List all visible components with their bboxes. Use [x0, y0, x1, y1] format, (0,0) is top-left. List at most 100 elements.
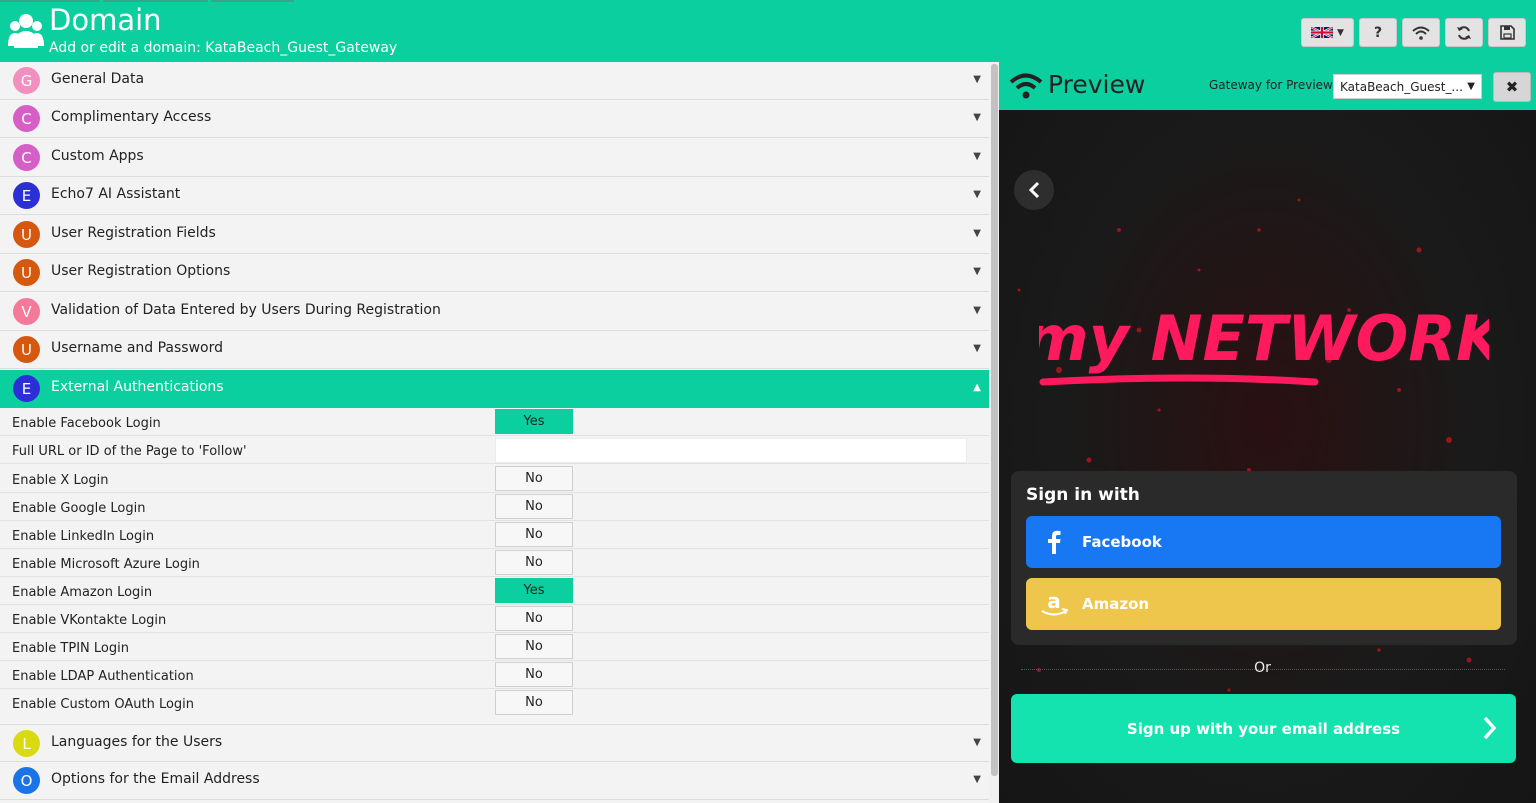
section-user-registration-options[interactable]: U User Registration Options ▼	[0, 254, 989, 292]
back-button[interactable]	[1014, 170, 1054, 210]
setting-row-google: Enable Google Login No	[0, 493, 989, 521]
brand-logo: my NETWORK	[1024, 290, 1508, 400]
chevron-right-icon	[1483, 716, 1497, 740]
section-label: External Authentications	[51, 379, 224, 395]
amazon-icon: a	[1026, 591, 1082, 617]
section-label: Echo7 AI Assistant	[51, 186, 181, 202]
or-text: Or	[1254, 660, 1271, 676]
svg-text:a: a	[1047, 591, 1061, 613]
setting-row-follow-page: Full URL or ID of the Page to 'Follow'	[0, 436, 989, 464]
section-echo7-ai-assistant[interactable]: E Echo7 AI Assistant ▼	[0, 177, 989, 215]
section-email-options[interactable]: O Options for the Email Address ▼	[0, 762, 989, 800]
setting-row-x: Enable X Login No	[0, 465, 989, 493]
setting-label: Enable Facebook Login	[12, 416, 161, 431]
section-badge: L	[13, 730, 40, 757]
vkontakte-login-toggle[interactable]: No	[495, 606, 573, 631]
section-badge: E	[13, 182, 40, 209]
x-login-toggle[interactable]: No	[495, 466, 573, 491]
amazon-login-toggle[interactable]: Yes	[495, 578, 573, 603]
caret-up-icon: ▲	[973, 382, 981, 393]
chevron-left-icon	[1028, 181, 1040, 199]
page-subtitle: Add or edit a domain: KataBeach_Guest_Ga…	[49, 40, 398, 56]
section-badge: U	[13, 336, 40, 363]
setting-row-ldap: Enable LDAP Authentication No	[0, 661, 989, 689]
caret-down-icon: ▼	[973, 74, 981, 85]
section-label: General Data	[51, 71, 145, 87]
app-header: Domain Add or edit a domain: KataBeach_G…	[0, 0, 1536, 62]
close-preview-button[interactable]: ✖	[1493, 72, 1531, 102]
ldap-auth-toggle[interactable]: No	[495, 662, 573, 687]
setting-row-linkedin: Enable LinkedIn Login No	[0, 521, 989, 549]
setting-label: Enable Amazon Login	[12, 585, 153, 600]
tpin-login-toggle[interactable]: No	[495, 634, 573, 659]
email-signup-button[interactable]: Sign up with your email address	[1011, 694, 1516, 763]
save-icon	[1499, 25, 1515, 40]
preview-panel: Preview Gateway for Preview: KataBeach_G…	[999, 62, 1536, 803]
chevron-down-icon: ▼	[1467, 81, 1475, 92]
gateway-value: KataBeach_Guest_...	[1340, 80, 1463, 94]
section-label: Options for the Email Address	[51, 771, 260, 787]
amazon-label: Amazon	[1082, 595, 1150, 613]
top-tab-strip	[0, 0, 400, 2]
caret-down-icon: ▼	[973, 112, 981, 123]
refresh-button[interactable]	[1445, 18, 1483, 47]
signin-title: Sign in with	[1026, 485, 1140, 505]
section-username-password[interactable]: U Username and Password ▼	[0, 331, 989, 369]
caret-down-icon: ▼	[973, 737, 981, 748]
section-label: Custom Apps	[51, 148, 144, 164]
save-button[interactable]	[1488, 18, 1526, 47]
gateway-select[interactable]: KataBeach_Guest_... ▼	[1333, 74, 1482, 99]
chevron-down-icon: ▼	[1337, 27, 1344, 38]
setting-label: Full URL or ID of the Page to 'Follow'	[12, 444, 247, 459]
help-icon: ?	[1373, 24, 1383, 41]
section-user-registration-fields[interactable]: U User Registration Fields ▼	[0, 216, 989, 254]
follow-page-url-input[interactable]	[495, 438, 967, 463]
setting-label: Enable Google Login	[12, 501, 146, 516]
section-badge: G	[13, 67, 40, 94]
section-external-authentications[interactable]: E External Authentications ▲	[0, 370, 989, 408]
linkedin-login-toggle[interactable]: No	[495, 522, 573, 547]
section-label: Validation of Data Entered by Users Duri…	[51, 302, 441, 318]
caret-down-icon: ▼	[973, 305, 981, 316]
section-validation[interactable]: V Validation of Data Entered by Users Du…	[0, 293, 989, 331]
google-login-toggle[interactable]: No	[495, 494, 573, 519]
setting-row-amazon: Enable Amazon Login Yes	[0, 577, 989, 605]
section-custom-apps[interactable]: C Custom Apps ▼	[0, 139, 989, 177]
preview-title: Preview	[1048, 70, 1146, 99]
amazon-login-button[interactable]: a Amazon	[1026, 578, 1501, 630]
facebook-login-toggle[interactable]: Yes	[495, 409, 573, 434]
language-button[interactable]: ▼	[1301, 18, 1354, 47]
section-label: User Registration Fields	[51, 225, 216, 241]
caret-down-icon: ▼	[973, 189, 981, 200]
settings-accordion: G General Data ▼ C Complimentary Access …	[0, 62, 990, 803]
caret-down-icon: ▼	[973, 151, 981, 162]
facebook-login-button[interactable]: Facebook	[1026, 516, 1501, 568]
left-scrollbar[interactable]	[990, 62, 999, 803]
facebook-label: Facebook	[1082, 533, 1162, 551]
setting-label: Enable LDAP Authentication	[12, 669, 194, 684]
section-label: Languages for the Users	[51, 734, 223, 750]
caret-down-icon: ▼	[973, 774, 981, 785]
refresh-icon	[1457, 25, 1471, 40]
section-label: User Registration Options	[51, 263, 231, 279]
help-button[interactable]: ?	[1359, 18, 1397, 47]
gateway-label: Gateway for Preview:	[1209, 78, 1337, 92]
setting-row-facebook: Enable Facebook Login Yes	[0, 408, 989, 436]
setting-label: Enable Custom OAuth Login	[12, 697, 195, 712]
users-icon	[8, 14, 44, 48]
wifi-button[interactable]	[1402, 18, 1440, 47]
caret-down-icon: ▼	[973, 343, 981, 354]
custom-oauth-toggle[interactable]: No	[495, 690, 573, 715]
azure-login-toggle[interactable]: No	[495, 550, 573, 575]
external-auth-panel: Enable Facebook Login Yes Full URL or ID…	[0, 408, 989, 724]
page-title: Domain	[49, 3, 162, 37]
facebook-icon	[1026, 530, 1082, 554]
section-badge: V	[13, 298, 40, 325]
section-badge: C	[13, 105, 40, 132]
scrollbar-thumb[interactable]	[991, 64, 998, 776]
section-complimentary-access[interactable]: C Complimentary Access ▼	[0, 100, 989, 138]
section-languages[interactable]: L Languages for the Users ▼	[0, 724, 989, 762]
caret-down-icon: ▼	[973, 266, 981, 277]
section-general-data[interactable]: G General Data ▼	[0, 62, 989, 100]
uk-flag-icon	[1311, 26, 1334, 39]
